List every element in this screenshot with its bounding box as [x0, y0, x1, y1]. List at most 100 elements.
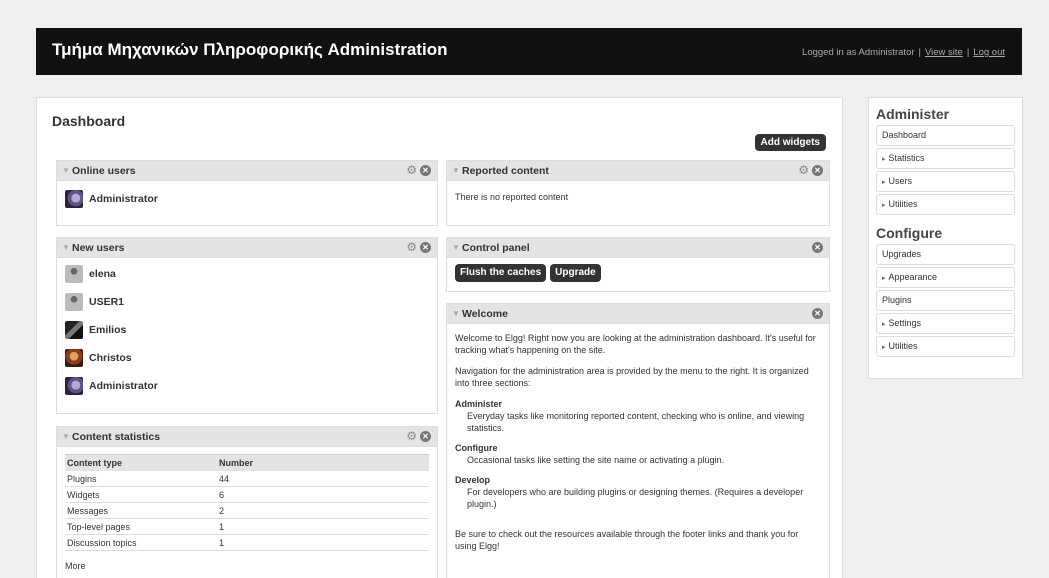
section-desc: For developers who are building plugins … — [467, 487, 804, 509]
control-panel-widget: ▼ Control panel ✕ Flush the caches Upgrad… — [446, 237, 830, 292]
sidebar-item-utilities[interactable]: ▸ Utilities — [876, 194, 1015, 215]
content-statistics-widget: ▼ Content statistics ⚙ ✕ Content type Nu… — [56, 426, 438, 578]
log-out-link[interactable]: Log out — [973, 47, 1005, 58]
widget-title: Welcome — [462, 308, 508, 320]
gear-icon[interactable]: ⚙ — [406, 241, 417, 254]
table-row: Top-level pages 1 — [65, 518, 429, 535]
new-users-widget: ▼ New users ⚙ ✕ elena USER1 Emilios Chri… — [56, 237, 438, 414]
gear-icon[interactable]: ⚙ — [406, 164, 417, 177]
add-widgets-button[interactable]: Add widgets — [754, 134, 826, 151]
avatar — [65, 349, 83, 367]
avatar — [65, 265, 83, 283]
sections-list: Administer Everyday tasks like monitorin… — [455, 398, 821, 510]
user-name: Administrator — [89, 193, 158, 205]
more-link[interactable]: More — [65, 560, 429, 572]
table-row: Messages 2 — [65, 502, 429, 519]
widget-header[interactable]: ▼ Reported content ⚙ ✕ — [447, 161, 829, 181]
sidebar-item-label: Upgrades — [882, 249, 922, 259]
user-item[interactable]: elena — [65, 260, 429, 288]
collapse-arrow-icon[interactable]: ▼ — [62, 166, 70, 175]
user-name: Christos — [89, 352, 132, 364]
avatar — [65, 190, 83, 208]
separator: | — [918, 47, 921, 58]
close-icon[interactable]: ✕ — [420, 431, 431, 442]
section-term: Configure — [455, 443, 498, 453]
table-row: Discussion topics 1 — [65, 534, 429, 551]
close-icon[interactable]: ✕ — [420, 242, 431, 253]
empty-message: There is no reported content — [455, 192, 569, 202]
table-row: Widgets 6 — [65, 486, 429, 503]
sidebar-item-users[interactable]: ▸ Users — [876, 171, 1015, 192]
sidebar-item-settings[interactable]: ▸ Settings — [876, 313, 1015, 334]
user-item[interactable]: Administrator — [65, 185, 429, 213]
column-header: Number — [217, 454, 429, 471]
collapse-arrow-icon[interactable]: ▼ — [452, 166, 460, 175]
flush-caches-button[interactable]: Flush the caches — [455, 264, 547, 282]
section-desc: Everyday tasks like monitoring reported … — [467, 411, 805, 433]
expand-triangle-icon: ▸ — [882, 321, 886, 328]
table-header-row: Content type Number — [65, 454, 429, 471]
sidebar-item-appearance[interactable]: ▸ Appearance — [876, 267, 1015, 288]
expand-triangle-icon: ▸ — [882, 275, 886, 282]
collapse-arrow-icon[interactable]: ▼ — [452, 309, 460, 318]
user-name: Administrator — [89, 380, 158, 392]
user-item[interactable]: Emilios — [65, 316, 429, 344]
section-desc: Occasional tasks like setting the site n… — [467, 455, 725, 465]
sidebar-item-plugins[interactable]: Plugins — [876, 290, 1015, 311]
gear-icon[interactable]: ⚙ — [406, 430, 417, 443]
sidebar-item-label: Statistics — [888, 153, 925, 163]
page-title: Dashboard — [52, 113, 126, 129]
expand-triangle-icon: ▸ — [882, 179, 886, 186]
user-item[interactable]: Christos — [65, 344, 429, 372]
user-item[interactable]: Administrator — [65, 372, 429, 400]
upgrade-button[interactable]: Upgrade — [550, 264, 601, 282]
collapse-arrow-icon[interactable]: ▼ — [62, 243, 70, 252]
table-row: Plugins 44 — [65, 471, 429, 487]
collapse-arrow-icon[interactable]: ▼ — [452, 243, 460, 252]
welcome-widget: ▼ Welcome ✕ Welcome to Elgg! Right now y… — [446, 303, 830, 578]
close-icon[interactable]: ✕ — [812, 308, 823, 319]
gear-icon[interactable]: ⚙ — [798, 164, 809, 177]
content-type-cell: Top-level pages — [65, 518, 217, 535]
close-icon[interactable]: ✕ — [812, 165, 823, 176]
sidebar-item-label: Plugins — [882, 295, 912, 305]
online-users-widget: ▼ Online users ⚙ ✕ Administrator — [56, 160, 438, 226]
sidebar-item-dashboard[interactable]: Dashboard — [876, 125, 1015, 146]
admin-header: Τμήμα Μηχανικών Πληροφορικής Administrat… — [36, 28, 1022, 75]
sidebar-item-label: Utilities — [888, 341, 918, 351]
welcome-intro: Welcome to Elgg! Right now you are looki… — [455, 333, 816, 355]
sidebar-item-label: Dashboard — [882, 130, 927, 140]
sidebar-item-upgrades[interactable]: Upgrades — [876, 244, 1015, 265]
widget-header[interactable]: ▼ Welcome ✕ — [447, 304, 829, 324]
avatar — [65, 293, 83, 311]
view-site-link[interactable]: View site — [925, 47, 963, 58]
widget-header[interactable]: ▼ Content statistics ⚙ ✕ — [57, 427, 437, 447]
logged-in-text: Logged in as Administrator — [802, 47, 915, 58]
expand-triangle-icon: ▸ — [882, 202, 886, 209]
sidebar-item-label: Utilities — [888, 199, 918, 209]
section-term: Administer — [455, 399, 503, 409]
sidebar-item-label: Appearance — [888, 272, 938, 282]
sidebar-item-statistics[interactable]: ▸ Statistics — [876, 148, 1015, 169]
widget-title: Reported content — [462, 165, 549, 177]
content-type-cell: Plugins — [65, 471, 217, 487]
reported-content-widget: ▼ Reported content ⚙ ✕ There is no repor… — [446, 160, 830, 226]
content-type-cell: Widgets — [65, 486, 217, 503]
widget-header[interactable]: ▼ Online users ⚙ ✕ — [57, 161, 437, 181]
welcome-nav-text: Navigation for the administration area i… — [455, 366, 809, 388]
content-type-cell: Messages — [65, 502, 217, 519]
number-cell: 1 — [217, 534, 429, 551]
collapse-arrow-icon[interactable]: ▼ — [62, 432, 70, 441]
separator: | — [966, 47, 970, 58]
close-icon[interactable]: ✕ — [420, 165, 431, 176]
user-name: Emilios — [89, 324, 127, 336]
widget-header[interactable]: ▼ New users ⚙ ✕ — [57, 238, 437, 258]
widget-title: Content statistics — [72, 431, 161, 443]
user-item[interactable]: USER1 — [65, 288, 429, 316]
welcome-outro: Be sure to check out the resources avail… — [455, 529, 799, 551]
administer-heading: Administer — [876, 106, 950, 122]
sidebar-item-configure-utilities[interactable]: ▸ Utilities — [876, 336, 1015, 357]
number-cell: 44 — [217, 471, 429, 487]
widget-header[interactable]: ▼ Control panel ✕ — [447, 238, 829, 258]
close-icon[interactable]: ✕ — [812, 242, 823, 253]
